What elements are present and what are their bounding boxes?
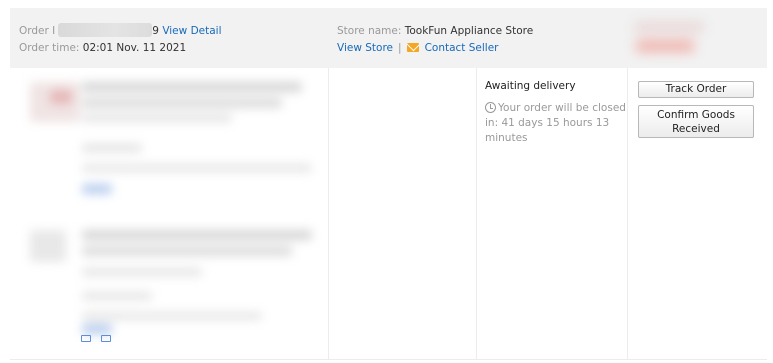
order-time-value: 02:01 Nov. 11 2021 (82, 42, 187, 54)
product-item-redacted (10, 218, 328, 338)
confirm-goods-received-button[interactable]: Confirm Goods Received (638, 105, 754, 138)
track-order-button[interactable]: Track Order (638, 81, 754, 98)
store-name-value: TookFun Appliance Store (404, 25, 534, 37)
contact-seller-link[interactable]: Contact Seller (425, 42, 499, 54)
store-name-label: Store name: (337, 25, 402, 37)
order-header: Order I 9 View Detail Order time: 02:01 N… (10, 8, 767, 68)
order-time-row: Order time: 02:01 Nov. 11 2021 (19, 40, 222, 57)
view-detail-link[interactable]: View Detail (162, 25, 221, 37)
order-time-label: Order time: (19, 42, 80, 54)
mail-icon (406, 43, 419, 52)
close-countdown: Your order will be closed in: 41 days 15… (485, 101, 627, 146)
return-icon[interactable] (101, 335, 111, 342)
clock-icon (485, 102, 496, 113)
snapshot-icon[interactable] (81, 335, 91, 342)
row-divider (10, 359, 767, 360)
order-status: Awaiting delivery (485, 80, 576, 92)
order-id-row: Order I 9 View Detail (19, 23, 222, 40)
countdown-text: Your order will be closed in: 41 days 15… (485, 102, 626, 144)
store-info: Store name: TookFun Appliance Store View… (337, 23, 533, 57)
store-name-row: Store name: TookFun Appliance Store (337, 23, 533, 40)
order-id-redacted (58, 23, 153, 37)
store-links-row: View Store | Contact Seller (337, 40, 533, 57)
column-divider (328, 68, 329, 360)
order-id-label: Order I (19, 25, 56, 37)
order-amount-redacted (626, 16, 746, 60)
order-info: Order I 9 View Detail Order time: 02:01 N… (19, 23, 222, 57)
order-id-tail: 9 (152, 25, 159, 37)
view-store-link[interactable]: View Store (337, 42, 393, 54)
column-divider (627, 68, 628, 360)
link-separator: | (398, 42, 402, 54)
column-divider (476, 68, 477, 360)
product-item-redacted (10, 72, 328, 212)
